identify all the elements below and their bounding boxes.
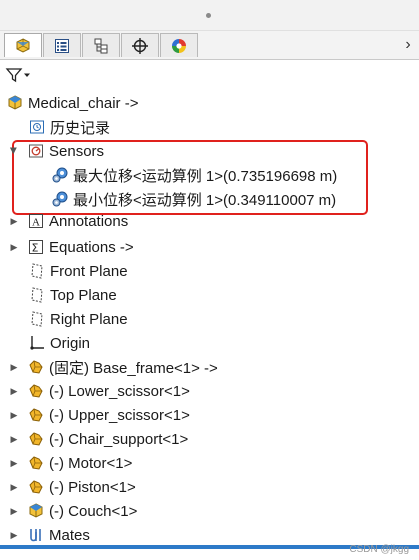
sensor-gauge-icon <box>50 165 70 185</box>
tree-item-label: Equations -> <box>49 238 134 256</box>
expand-caret-icon[interactable]: ▶ <box>9 215 19 227</box>
sensor-gauge-icon <box>50 189 70 209</box>
collapse-caret-icon[interactable]: ▶ <box>8 146 20 156</box>
tree-item-top-plane[interactable]: Top Plane <box>27 283 117 307</box>
tab-feature-manager[interactable] <box>4 33 42 57</box>
funnel-icon <box>5 68 23 83</box>
plane-icon <box>27 261 47 281</box>
window-top-strip <box>0 0 419 31</box>
tree-item-label: Medical_chair -> <box>28 94 139 112</box>
sensor-folder-icon <box>26 141 46 161</box>
tree-item-annotations[interactable]: ▶ A Annotations <box>9 211 129 231</box>
tree-item-sensor-min[interactable]: 最小位移<运动算例 1>(0.349110007 m) <box>50 187 336 211</box>
assembly-icon <box>5 93 25 113</box>
component-part-icon <box>26 357 46 377</box>
tab-scroll-right-icon[interactable]: › <box>401 36 415 53</box>
tree-item-origin[interactable]: Origin <box>27 331 90 355</box>
tree-item-label: Right Plane <box>50 310 128 328</box>
tree-item-sensors[interactable]: ▶ Sensors <box>8 139 105 163</box>
watermark-text: CSDN @jkgg <box>349 544 409 555</box>
mates-icon <box>26 525 46 545</box>
expand-caret-icon[interactable]: ▶ <box>9 409 19 421</box>
tree-item-history[interactable]: 历史记录 <box>27 115 110 139</box>
expand-caret-icon[interactable]: ▶ <box>9 361 19 373</box>
tree-item-motor[interactable]: ▶ (-) Motor<1> <box>9 451 133 475</box>
svg-text:Σ: Σ <box>32 242 39 255</box>
tree-filter-bar <box>0 60 419 88</box>
component-part-icon <box>26 477 46 497</box>
tree-item-label: 最小位移<运动算例 1>(0.349110007 m) <box>73 191 337 209</box>
tab-configuration-manager[interactable] <box>82 33 120 57</box>
tree-item-label: (-) Piston<1> <box>49 478 136 496</box>
crosshair-icon <box>132 37 148 54</box>
component-part-icon <box>26 429 46 449</box>
annotation-icon: A <box>26 211 46 231</box>
subassembly-icon <box>26 501 46 521</box>
component-part-icon <box>26 405 46 425</box>
tree-item-front-plane[interactable]: Front Plane <box>27 259 128 283</box>
tab-property-manager[interactable] <box>43 33 81 57</box>
expand-caret-icon[interactable]: ▶ <box>9 529 19 541</box>
bottom-status-bar: CSDN @jkgg <box>0 544 419 560</box>
plane-icon <box>27 285 47 305</box>
origin-icon <box>27 333 47 353</box>
tree-item-label: Mates <box>49 526 90 544</box>
expand-caret-icon[interactable]: ▶ <box>9 385 19 397</box>
tree-item-label: Sensors <box>49 142 105 160</box>
tree-item-chair-support[interactable]: ▶ (-) Chair_support<1> <box>9 427 189 451</box>
tree-item-base-frame[interactable]: ▶ (固定) Base_frame<1> -> <box>9 355 218 379</box>
color-wheel-icon <box>172 38 186 53</box>
tree-root-medical-chair[interactable]: Medical_chair -> <box>5 91 138 115</box>
tree-item-right-plane[interactable]: Right Plane <box>27 307 128 331</box>
tree-item-label: 历史记录 <box>50 119 111 137</box>
chevron-down-icon <box>24 73 30 77</box>
expand-caret-icon[interactable]: ▶ <box>9 505 19 517</box>
filter-button[interactable] <box>5 65 35 85</box>
tree-item-label: Front Plane <box>50 262 128 280</box>
expand-caret-icon[interactable]: ▶ <box>9 457 19 469</box>
expand-caret-icon[interactable]: ▶ <box>9 433 19 445</box>
tree-item-label: Origin <box>50 334 91 352</box>
property-list-icon <box>55 38 69 53</box>
tree-item-sensor-max[interactable]: 最大位移<运动算例 1>(0.735196698 m) <box>50 163 337 187</box>
tree-item-upper-scissor[interactable]: ▶ (-) Upper_scissor<1> <box>9 403 190 427</box>
part-cube-icon <box>16 37 30 53</box>
plane-icon <box>27 309 47 329</box>
expand-caret-icon[interactable]: ▶ <box>9 481 19 493</box>
tree-item-lower-scissor[interactable]: ▶ (-) Lower_scissor<1> <box>9 379 190 403</box>
component-part-icon <box>26 453 46 473</box>
tree-item-couch[interactable]: ▶ (-) Couch<1> <box>9 499 138 523</box>
tab-dimxpert-manager[interactable] <box>121 33 159 57</box>
config-tree-icon <box>94 38 108 53</box>
tree-item-label: (-) Couch<1> <box>49 502 138 520</box>
tree-item-label: (固定) Base_frame<1> -> <box>49 359 218 377</box>
tree-item-label: 最大位移<运动算例 1>(0.735196698 m) <box>73 167 338 185</box>
tree-item-label: (-) Lower_scissor<1> <box>49 382 190 400</box>
tree-item-label: Annotations <box>49 212 129 230</box>
expand-caret-icon[interactable]: ▶ <box>9 241 19 253</box>
component-part-icon <box>26 381 46 401</box>
tree-item-mates[interactable]: ▶ Mates <box>9 523 90 547</box>
splitter-handle-icon[interactable] <box>206 13 211 18</box>
tree-item-label: Top Plane <box>50 286 117 304</box>
equations-icon: Σ <box>26 237 46 257</box>
tree-item-equations[interactable]: ▶ Σ Equations -> <box>9 235 134 259</box>
manager-tab-bar: › <box>0 31 419 60</box>
tree-item-label: (-) Upper_scissor<1> <box>49 406 190 424</box>
history-icon <box>27 117 47 137</box>
tree-item-label: (-) Motor<1> <box>49 454 133 472</box>
svg-text:A: A <box>32 217 40 229</box>
tree-item-piston[interactable]: ▶ (-) Piston<1> <box>9 475 136 499</box>
tree-item-label: (-) Chair_support<1> <box>49 430 189 448</box>
tab-display-manager[interactable] <box>160 33 198 57</box>
